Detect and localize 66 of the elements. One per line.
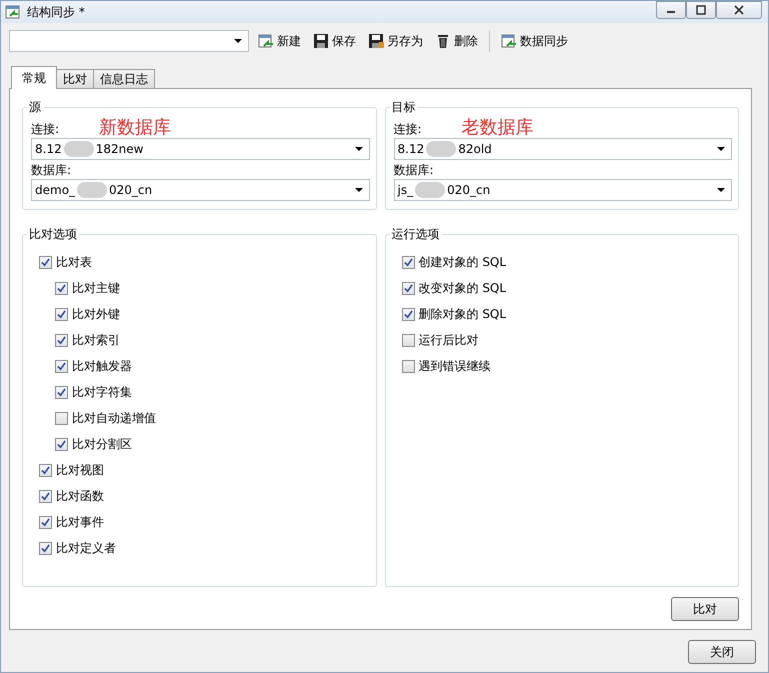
group-title: 运行选项 bbox=[390, 226, 440, 243]
checkbox[interactable] bbox=[39, 256, 52, 268]
close-icon bbox=[734, 5, 744, 15]
option-label: 比对表 bbox=[56, 254, 92, 270]
checkbox[interactable] bbox=[55, 334, 68, 346]
window-title: 结构同步 * bbox=[27, 4, 85, 20]
checkbox[interactable] bbox=[55, 412, 68, 424]
group-title: 源 bbox=[28, 99, 42, 116]
minimize-button[interactable] bbox=[656, 1, 686, 19]
option-label: 遇到错误继续 bbox=[418, 358, 490, 374]
group-title: 比对选项 bbox=[28, 226, 78, 243]
option-label: 删除对象的 SQL bbox=[418, 306, 506, 322]
annotation-text: 新数据库 bbox=[99, 118, 172, 138]
database-label: 数据库: bbox=[31, 162, 72, 179]
option-label: 比对索引 bbox=[72, 332, 120, 348]
checkbox[interactable] bbox=[402, 256, 414, 268]
close-button[interactable] bbox=[716, 1, 762, 19]
connection-label: 连接: bbox=[31, 121, 60, 138]
checkbox[interactable] bbox=[39, 464, 52, 476]
maximize-button[interactable] bbox=[686, 1, 716, 19]
option-label: 比对分割区 bbox=[72, 436, 132, 452]
close-dialog-button[interactable]: 关闭 bbox=[688, 640, 756, 664]
sync-button[interactable]: 数据同步 bbox=[498, 30, 571, 52]
maximize-icon bbox=[696, 5, 706, 15]
option-label: 比对定义者 bbox=[56, 540, 116, 556]
connection-dropdown[interactable]: 8.12 182new bbox=[31, 138, 370, 160]
annotation-text: 老数据库 bbox=[462, 118, 534, 138]
checkbox[interactable] bbox=[55, 386, 68, 398]
new-button[interactable]: 新建 bbox=[255, 30, 304, 52]
checkbox[interactable] bbox=[402, 282, 414, 294]
checkbox[interactable] bbox=[55, 360, 68, 372]
saveas-button[interactable]: 另存为 bbox=[365, 30, 426, 52]
checkbox[interactable] bbox=[55, 308, 68, 320]
connection-dropdown[interactable]: 8.12 82old bbox=[394, 138, 732, 160]
checkbox[interactable] bbox=[39, 516, 52, 528]
option-label: 比对主键 bbox=[72, 280, 120, 296]
checkbox[interactable] bbox=[39, 490, 52, 502]
group-title: 目标 bbox=[390, 99, 416, 116]
option-label: 改变对象的 SQL bbox=[418, 280, 506, 296]
tab[interactable]: 比对 bbox=[56, 69, 94, 89]
app-icon bbox=[5, 4, 21, 20]
database-dropdown[interactable]: js_ 020_cn bbox=[394, 179, 732, 201]
database-label: 数据库: bbox=[394, 162, 435, 179]
save-button[interactable]: 保存 bbox=[310, 30, 359, 52]
option-label: 创建对象的 SQL bbox=[418, 254, 506, 270]
trash-icon bbox=[435, 33, 451, 49]
option-label: 比对外键 bbox=[72, 306, 120, 322]
checkbox[interactable] bbox=[402, 308, 414, 320]
tab[interactable]: 信息日志 bbox=[93, 69, 155, 89]
option-label: 比对函数 bbox=[56, 488, 104, 504]
option-label: 比对字符集 bbox=[72, 384, 132, 400]
checkbox[interactable] bbox=[39, 542, 52, 554]
option-label: 比对视图 bbox=[56, 462, 104, 478]
option-label: 比对触发器 bbox=[72, 358, 132, 374]
checkbox[interactable] bbox=[402, 334, 414, 346]
checkbox[interactable] bbox=[402, 360, 414, 372]
checkbox[interactable] bbox=[55, 282, 68, 294]
option-label: 运行后比对 bbox=[418, 332, 478, 348]
checkbox[interactable] bbox=[55, 438, 68, 450]
option-label: 比对自动递增值 bbox=[72, 410, 156, 426]
connection-label: 连接: bbox=[394, 121, 422, 138]
compare-button[interactable]: 比对 bbox=[671, 597, 739, 621]
tab[interactable]: 常规 bbox=[11, 66, 57, 89]
option-label: 比对事件 bbox=[56, 514, 104, 530]
database-dropdown[interactable]: demo_ 020_cn bbox=[31, 179, 370, 201]
delete-button[interactable]: 删除 bbox=[432, 30, 481, 52]
